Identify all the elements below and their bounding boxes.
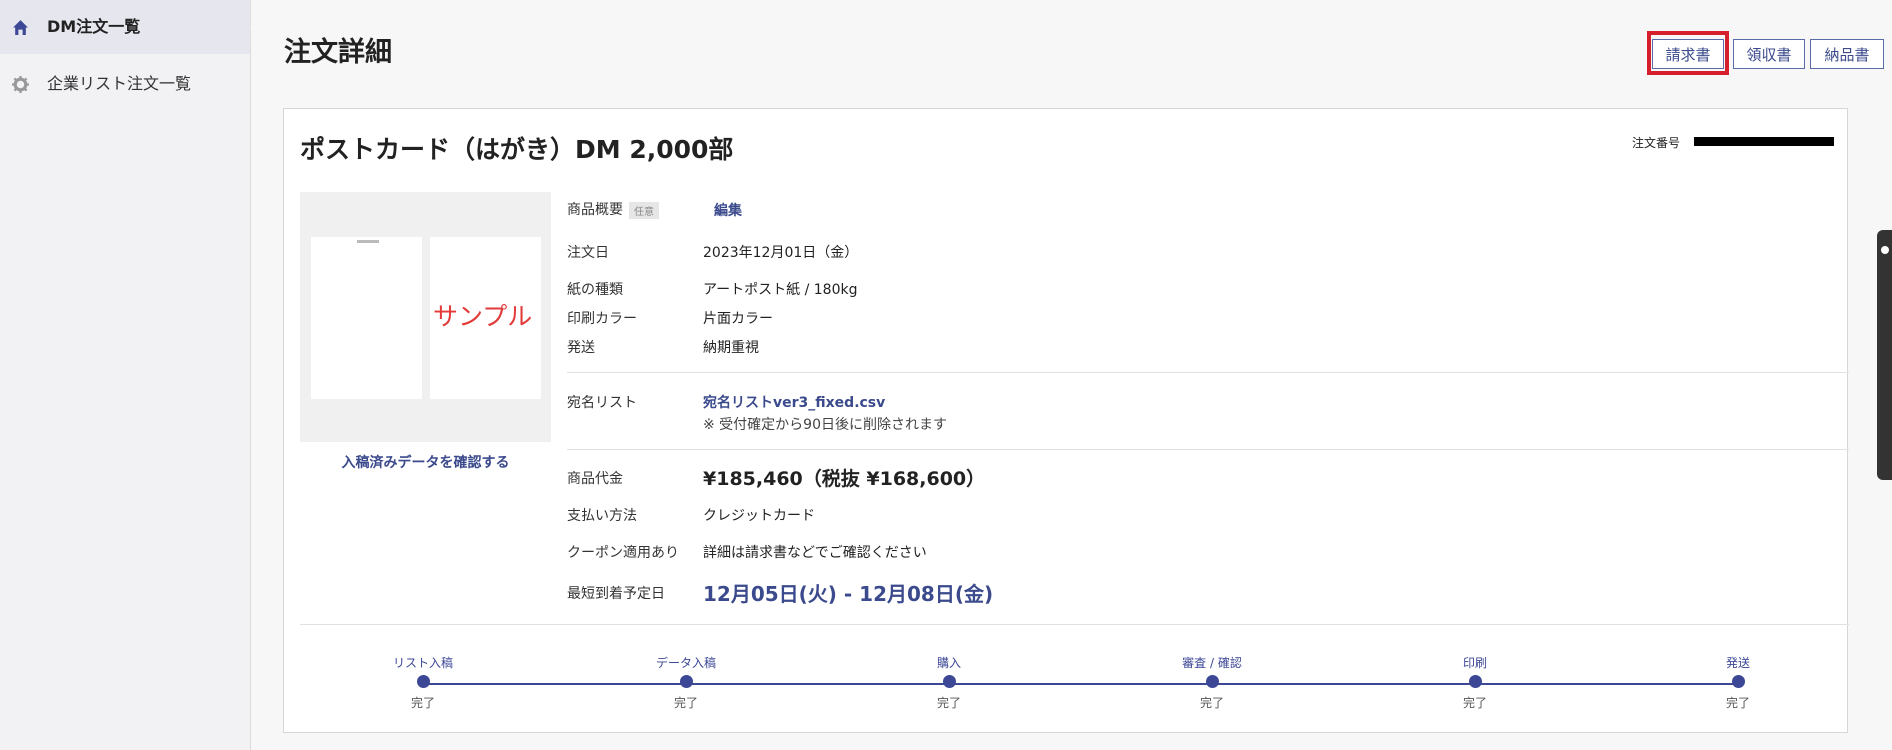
order-date-value: 2023年12月01日（金）: [703, 245, 859, 261]
paper-type-label: 紙の種類: [567, 282, 623, 298]
address-list-note: ※ 受付確定から90日後に削除されます: [703, 417, 947, 433]
print-color-value: 片面カラー: [703, 311, 773, 327]
shipping-label: 発送: [567, 340, 595, 356]
sample-watermark: サンプル: [433, 302, 533, 331]
progress-step: 購入 完了: [889, 654, 1009, 711]
step-dot: [942, 675, 956, 688]
summary-label: 商品概要 任意: [567, 199, 659, 219]
address-list-label: 宛名リスト: [567, 395, 637, 411]
sidebar-item-label: 企業リスト注文一覧: [47, 74, 192, 93]
address-list-file-link[interactable]: 宛名リストver3_fixed.csv: [703, 395, 885, 411]
step-status: 完了: [410, 696, 435, 710]
shipping-value: 納期重視: [703, 340, 759, 356]
product-title: ポストカード（はがき）DM 2,000部: [300, 135, 734, 164]
main-content: 注文詳細 請求書 領収書 納品書 ポストカード（はがき）DM 2,000部 注文…: [251, 0, 1892, 750]
page-title: 注文詳細: [284, 37, 392, 68]
design-preview[interactable]: サンプル: [300, 192, 551, 442]
divider: [567, 449, 1849, 450]
step-status: 完了: [1725, 696, 1750, 710]
step-dot: [416, 675, 430, 688]
print-color-label: 印刷カラー: [567, 311, 637, 327]
paper-type-value: アートポスト紙 / 180kg: [703, 282, 858, 298]
receipt-button[interactable]: 領収書: [1733, 39, 1805, 69]
progress-step: 審査 / 確認 完了: [1152, 654, 1272, 711]
progress-step: リスト入稿 完了: [363, 654, 483, 711]
order-number-label: 注文番号: [1632, 136, 1681, 150]
check-uploaded-data-link[interactable]: 入稿済みデータを確認する: [300, 452, 551, 472]
step-status: 完了: [673, 696, 698, 710]
gear-icon: [12, 76, 29, 93]
home-icon: [13, 20, 28, 35]
payment-method-label: 支払い方法: [567, 508, 637, 524]
progress-step: データ入稿 完了: [626, 654, 746, 711]
sidebar: DM注文一覧 企業リスト注文一覧: [0, 0, 252, 750]
step-label: リスト入稿: [392, 656, 453, 670]
price-label: 商品代金: [567, 471, 623, 487]
delivery-note-button[interactable]: 納品書: [1810, 39, 1884, 69]
step-dot: [1731, 675, 1745, 688]
optional-badge: 任意: [629, 201, 659, 219]
step-status: 完了: [1199, 696, 1224, 710]
price-value: ¥185,460（税抜 ¥168,600）: [703, 468, 986, 490]
coupon-value: 詳細は請求書などでご確認ください: [703, 545, 927, 561]
invoice-highlight: [1647, 31, 1729, 75]
arrival-date-label: 最短到着予定日: [567, 586, 665, 602]
step-label: 発送: [1725, 656, 1750, 670]
divider: [300, 624, 1849, 625]
order-card: ポストカード（はがき）DM 2,000部 注文番号 サンプル 入稿済みデータを確…: [283, 108, 1849, 733]
progress-step: 発送 完了: [1678, 654, 1798, 711]
order-number-redacted: [1694, 137, 1834, 146]
step-dot: [679, 675, 693, 688]
step-status: 完了: [1462, 696, 1487, 710]
step-label: 印刷: [1462, 656, 1487, 670]
step-dot: [1468, 675, 1482, 688]
feedback-icon: [1881, 246, 1889, 254]
step-label: 購入: [936, 656, 961, 670]
sidebar-item-label: DM注文一覧: [47, 17, 141, 36]
step-status: 完了: [936, 696, 961, 710]
payment-method-value: クレジットカード: [703, 508, 815, 524]
sidebar-item-company-list-orders[interactable]: 企業リスト注文一覧: [0, 57, 250, 111]
summary-label-text: 商品概要: [567, 202, 623, 218]
sidebar-item-dm-orders[interactable]: DM注文一覧: [0, 0, 250, 54]
progress-line: [423, 683, 1739, 685]
step-dot: [1205, 675, 1219, 688]
order-date-label: 注文日: [567, 245, 609, 261]
edit-summary-link[interactable]: 編集: [714, 200, 742, 220]
arrival-date-value: 12月05日(火) - 12月08日(金): [703, 582, 994, 606]
divider: [567, 372, 1849, 373]
step-label: データ入稿: [655, 656, 716, 670]
address-list-value: 宛名リストver3_fixed.csv: [703, 392, 885, 412]
progress-step: 印刷 完了: [1415, 654, 1535, 711]
step-label: 審査 / 確認: [1182, 656, 1242, 670]
preview-front: [311, 237, 422, 399]
coupon-label: クーポン適用あり: [567, 545, 679, 561]
feedback-side-tab[interactable]: [1877, 230, 1892, 480]
